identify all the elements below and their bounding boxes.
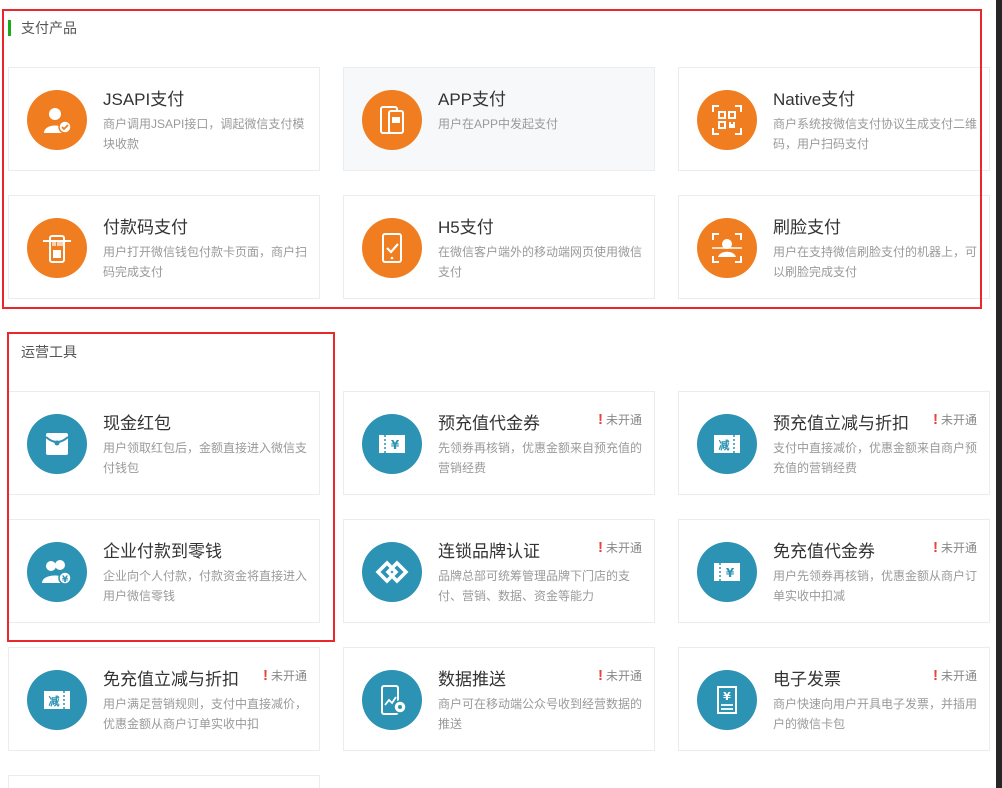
card-prepaid-discount[interactable]: 减 预充值立减与折扣 ! 未开通 支付中直接减价，优惠金额来自商户预充值的营销经费 [678, 391, 990, 495]
status-badge: ! 未开通 [597, 539, 642, 556]
card-prepaid-voucher[interactable]: ¥ 预充值代金券 ! 未开通 先领券再核销，优惠金额来自预充值的营销经费 [343, 391, 655, 495]
svg-text:减: 减 [49, 694, 60, 708]
invoice-icon: ¥ [697, 670, 757, 730]
face-scan-icon [697, 218, 757, 278]
svg-text:¥: ¥ [723, 690, 731, 703]
card-jsapi-pay[interactable]: JSAPI支付 商户调用JSAPI接口，调起微信支付模块收款 [8, 67, 320, 171]
qr-code-icon [697, 90, 757, 150]
card-title: H5支付 [438, 218, 494, 237]
card-app-pay[interactable]: APP支付 用户在APP中发起支付 [343, 67, 655, 171]
barcode-scanner-icon [27, 218, 87, 278]
card-desc: 商户快速向用户开具电子发票，并插用户的微信卡包 [773, 697, 978, 731]
status-badge: ! 未开通 [932, 667, 977, 684]
voucher-yen-icon: ¥ [362, 414, 422, 474]
card-title: 企业付款到零钱 [103, 542, 222, 561]
card-partial [8, 775, 320, 788]
status-badge: ! 未开通 [932, 411, 977, 428]
card-title: 数据推送 [438, 670, 506, 689]
status-badge: ! 未开通 [597, 411, 642, 428]
user-check-icon [27, 90, 87, 150]
status-badge: ! 未开通 [932, 539, 977, 556]
discount-ticket-icon: 减 [27, 670, 87, 730]
card-native-pay[interactable]: Native支付 商户系统按微信支付协议生成支付二维码，用户扫码支付 [678, 67, 990, 171]
card-desc: 支付中直接减价，优惠金额来自商户预充值的营销经费 [773, 441, 978, 475]
chain-link-icon [362, 542, 422, 602]
status-badge: ! 未开通 [597, 667, 642, 684]
card-title: 电子发票 [773, 670, 841, 689]
card-title: 预充值代金券 [438, 414, 540, 433]
alert-icon: ! [932, 667, 938, 684]
red-envelope-icon [27, 414, 87, 474]
card-cash-red-envelope[interactable]: 现金红包 用户领取红包后，金额直接进入微信支付钱包 [8, 391, 320, 495]
card-payment-code-pay[interactable]: 付款码支付 用户打开微信钱包付款卡页面，商户扫码完成支付 [8, 195, 320, 299]
card-title: 连锁品牌认证 [438, 542, 540, 561]
card-title: 免充值代金券 [773, 542, 875, 561]
alert-icon: ! [262, 667, 268, 684]
card-title: 现金红包 [103, 414, 171, 433]
alert-icon: ! [932, 539, 938, 556]
phone-app-icon [362, 90, 422, 150]
card-desc: 商户系统按微信支付协议生成支付二维码，用户扫码支付 [773, 117, 978, 151]
card-title: APP支付 [438, 90, 507, 109]
phone-check-icon [362, 218, 422, 278]
card-desc: 用户领取红包后，金额直接进入微信支付钱包 [103, 441, 308, 475]
card-h5-pay[interactable]: H5支付 在微信客户端外的移动端网页使用微信支付 [343, 195, 655, 299]
card-enterprise-payout[interactable]: ¥ 企业付款到零钱 企业向个人付款，付款资金将直接进入用户微信零钱 [8, 519, 320, 623]
card-title: 付款码支付 [103, 218, 188, 237]
card-desc: 用户满足营销规则，支付中直接减价，优惠金额从商户订单实收中扣 [103, 697, 308, 731]
card-free-discount[interactable]: 减 免充值立减与折扣 ! 未开通 用户满足营销规则，支付中直接减价，优惠金额从商户… [8, 647, 320, 751]
discount-ticket-icon: 减 [697, 414, 757, 474]
svg-text:¥: ¥ [726, 566, 735, 580]
card-desc: 先领券再核销，优惠金额来自预充值的营销经费 [438, 441, 643, 475]
card-title: 免充值立减与折扣 [103, 670, 239, 689]
alert-icon: ! [597, 667, 603, 684]
card-desc: 用户在支持微信刷脸支付的机器上，可以刷脸完成支付 [773, 245, 978, 279]
alert-icon: ! [932, 411, 938, 428]
card-desc: 用户打开微信钱包付款卡页面，商户扫码完成支付 [103, 245, 308, 279]
card-desc: 用户先领券再核销，优惠金额从商户订单实收中扣减 [773, 569, 978, 603]
section-title-payment: 支付产品 [8, 19, 77, 37]
alert-icon: ! [597, 411, 603, 428]
svg-text:¥: ¥ [391, 438, 400, 452]
card-e-invoice[interactable]: ¥ 电子发票 ! 未开通 商户快速向用户开具电子发票，并插用户的微信卡包 [678, 647, 990, 751]
card-desc: 品牌总部可统筹管理品牌下门店的支付、营销、数据、资金等能力 [438, 569, 631, 603]
card-desc: 企业向个人付款，付款资金将直接进入用户微信零钱 [103, 569, 308, 603]
svg-text:¥: ¥ [62, 575, 69, 585]
voucher-yen-icon: ¥ [697, 542, 757, 602]
svg-text:减: 减 [719, 438, 730, 452]
card-title: Native支付 [773, 90, 856, 109]
card-chain-brand-cert[interactable]: 连锁品牌认证 ! 未开通 品牌总部可统筹管理品牌下门店的支付、营销、数据、资金等能… [343, 519, 655, 623]
card-face-pay[interactable]: 刷脸支付 用户在支持微信刷脸支付的机器上，可以刷脸完成支付 [678, 195, 990, 299]
card-desc: 用户在APP中发起支付 [438, 117, 559, 131]
alert-icon: ! [597, 539, 603, 556]
card-title: 预充值立减与折扣 [773, 414, 909, 433]
status-badge: ! 未开通 [262, 667, 307, 684]
card-desc: 在微信客户端外的移动端网页使用微信支付 [438, 245, 643, 279]
window-edge [996, 0, 1002, 788]
card-free-voucher[interactable]: ¥ 免充值代金券 ! 未开通 用户先领券再核销，优惠金额从商户订单实收中扣减 [678, 519, 990, 623]
users-yen-icon: ¥ [27, 542, 87, 602]
card-title: JSAPI支付 [103, 90, 185, 109]
card-desc: 商户调用JSAPI接口，调起微信支付模块收款 [103, 117, 305, 151]
section-title-operations: 运营工具 [21, 344, 77, 360]
phone-chart-icon [362, 670, 422, 730]
card-title: 刷脸支付 [773, 218, 841, 237]
card-desc: 商户可在移动端公众号收到经营数据的推送 [438, 697, 643, 731]
card-data-push[interactable]: 数据推送 ! 未开通 商户可在移动端公众号收到经营数据的推送 [343, 647, 655, 751]
